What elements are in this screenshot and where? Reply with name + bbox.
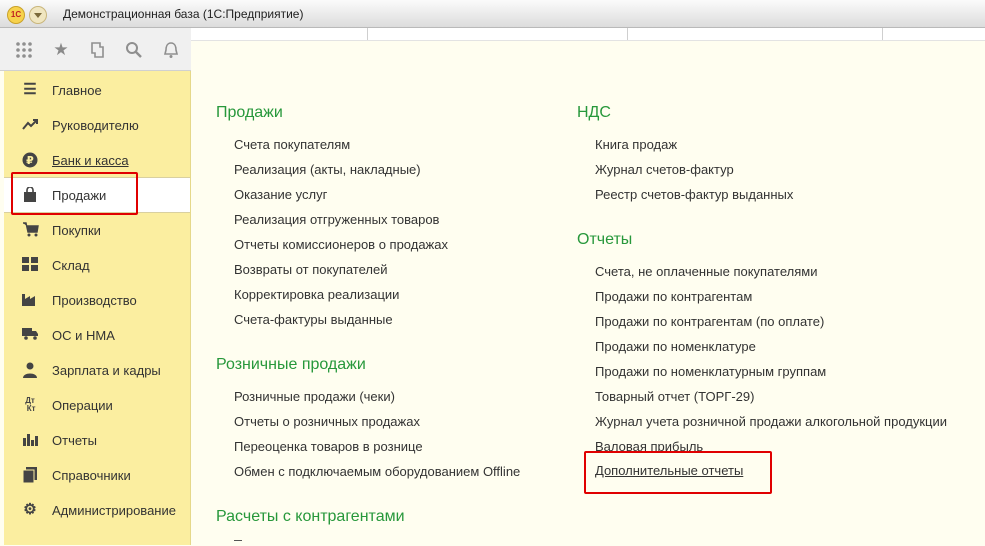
person-icon: [21, 362, 39, 378]
apps-grid-icon[interactable]: [15, 41, 33, 59]
strip-divider: [367, 28, 368, 40]
bar-chart-icon: [21, 432, 39, 448]
cart-icon: [21, 222, 39, 238]
strip-divider: [882, 28, 883, 40]
link-shipped-goods[interactable]: Реализация отгруженных товаров: [234, 212, 439, 227]
sidebar-item-label: Главное: [52, 83, 102, 98]
search-icon[interactable]: [125, 41, 143, 59]
section-title-retail: Розничные продажи: [216, 356, 366, 373]
sidebar-item-label: Банк и касса: [52, 153, 129, 168]
title-bar: 1С Демонстрационная база (1С:Предприятие…: [0, 0, 985, 28]
section-title-settlements: Расчеты с контрагентами: [216, 508, 405, 525]
sidebar-item-label: ОС и НМА: [52, 328, 115, 343]
sidebar-item-label: Операции: [52, 398, 113, 413]
link-unpaid-invoices[interactable]: Счета, не оплаченные покупателями: [595, 264, 817, 279]
sidebar-item-warehouse[interactable]: Склад: [4, 248, 190, 282]
sidebar-item-label: Зарплата и кадры: [52, 363, 161, 378]
svg-text:₽: ₽: [26, 154, 34, 167]
link-commission-reports[interactable]: Отчеты комиссионеров о продажах: [234, 237, 448, 252]
section-title-vat: НДС: [577, 104, 611, 121]
link-sales-book[interactable]: Книга продаж: [595, 137, 677, 152]
sections-sidebar: ☰ Главное Руководителю ₽ Банк и касса Пр…: [4, 71, 191, 545]
link-retail-revaluation[interactable]: Переоценка товаров в рознице: [234, 439, 423, 454]
gear-icon: ⚙: [23, 501, 37, 518]
sidebar-item-payroll[interactable]: Зарплата и кадры: [4, 353, 190, 387]
sidebar-item-reports[interactable]: Отчеты: [4, 423, 190, 457]
sidebar-item-label: Производство: [52, 293, 137, 308]
sidebar-item-label: Отчеты: [52, 433, 97, 448]
window-title: Демонстрационная база (1С:Предприятие): [63, 7, 304, 21]
link-sales-adjustment[interactable]: Корректировка реализации: [234, 287, 399, 302]
link-sales-by-counterparty-payment[interactable]: Продажи по контрагентам (по оплате): [595, 314, 824, 329]
factory-icon: [21, 292, 39, 308]
sidebar-item-label: Руководителю: [52, 118, 139, 133]
sidebar-item-label: Администрирование: [52, 503, 176, 518]
link-customer-invoices[interactable]: Счета покупателям: [234, 137, 350, 152]
sidebar-item-production[interactable]: Производство: [4, 283, 190, 317]
panel-toolbar: ★: [0, 28, 191, 71]
trend-up-icon: [21, 117, 39, 133]
section-title-reports: Отчеты: [577, 231, 633, 248]
sidebar-item-label: Покупки: [52, 223, 101, 238]
app-logo-icon[interactable]: 1С: [7, 6, 25, 24]
main-menu-button[interactable]: [29, 6, 47, 24]
highlight-frame: [11, 172, 138, 215]
link-sales-by-counterparty[interactable]: Продажи по контрагентам: [595, 289, 752, 304]
star-icon[interactable]: ★: [52, 41, 70, 59]
link-invoice-registry[interactable]: Реестр счетов-фактур выданных: [595, 187, 793, 202]
link-sales-acts[interactable]: Реализация (акты, накладные): [234, 162, 421, 177]
link-issued-invoices[interactable]: Счета-фактуры выданные: [234, 312, 393, 327]
history-icon[interactable]: [88, 41, 106, 59]
menu-lines-icon: ☰: [23, 81, 37, 98]
link-invoice-journal[interactable]: Журнал счетов-фактур: [595, 162, 734, 177]
bell-icon[interactable]: [162, 41, 180, 59]
debit-credit-icon: Дт Кт: [24, 396, 36, 413]
link-retail-receipts[interactable]: Розничные продажи (чеки): [234, 389, 395, 404]
sidebar-item-label: Справочники: [52, 468, 131, 483]
link-customer-returns[interactable]: Возвраты от покупателей: [234, 262, 388, 277]
link-additional-reports-label[interactable]: Дополнительные отчеты: [595, 463, 743, 478]
sidebar-item-main[interactable]: ☰ Главное: [4, 73, 190, 107]
section-title-sales: Продажи: [216, 104, 283, 121]
link-retail-reports[interactable]: Отчеты о розничных продажах: [234, 414, 420, 429]
content-tabs-strip: [191, 28, 985, 41]
clipped-link-fragment: [234, 540, 242, 546]
warehouse-grid-icon: [21, 257, 39, 273]
link-torg29-report[interactable]: Товарный отчет (ТОРГ-29): [595, 389, 754, 404]
sidebar-item-administration[interactable]: ⚙ Администрирование: [4, 493, 190, 527]
sidebar-item-label: Склад: [52, 258, 90, 273]
link-sales-by-nomenclature-groups[interactable]: Продажи по номенклатурным группам: [595, 364, 826, 379]
link-services[interactable]: Оказание услуг: [234, 187, 327, 202]
sidebar-item-manager[interactable]: Руководителю: [4, 108, 190, 142]
sidebar-item-fixed-assets[interactable]: ОС и НМА: [4, 318, 190, 352]
truck-icon: [21, 327, 39, 343]
link-sales-by-nomenclature[interactable]: Продажи по номенклатуре: [595, 339, 756, 354]
link-alcohol-journal[interactable]: Журнал учета розничной продажи алкогольн…: [595, 414, 947, 429]
sidebar-item-references[interactable]: Справочники: [4, 458, 190, 492]
books-icon: [21, 467, 39, 484]
ruble-coin-icon: ₽: [21, 152, 39, 168]
link-offline-exchange[interactable]: Обмен с подключаемым оборудованием Offli…: [234, 464, 520, 479]
sidebar-item-purchases[interactable]: Покупки: [4, 213, 190, 247]
sidebar-item-operations[interactable]: Дт Кт Операции: [4, 388, 190, 422]
strip-divider: [627, 28, 628, 40]
